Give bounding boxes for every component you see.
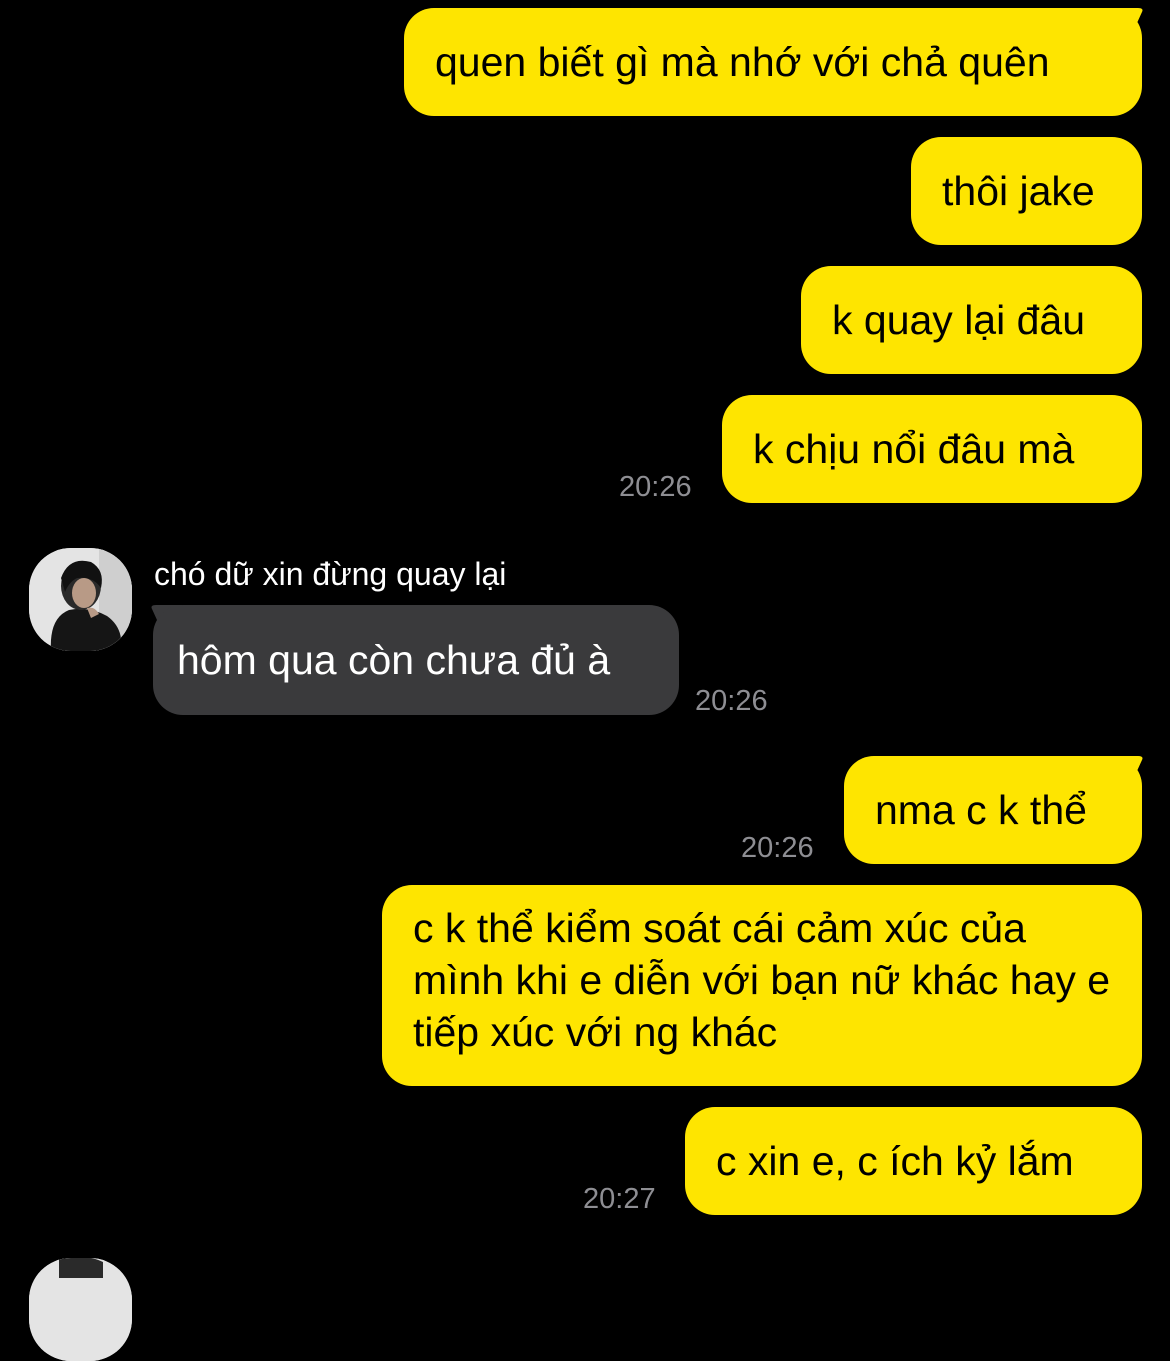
outgoing-message[interactable]: c xin e, c ích kỷ lắm <box>685 1107 1142 1215</box>
message-text: k quay lại đâu <box>832 297 1086 343</box>
chat-view[interactable]: quen biết gì mà nhớ với chả quên thôi ja… <box>0 0 1170 1361</box>
message-text: thôi jake <box>942 168 1095 214</box>
incoming-message[interactable]: hôm qua còn chưa đủ à <box>153 605 679 715</box>
sender-name: chó dữ xin đừng quay lại <box>154 556 507 592</box>
outgoing-message[interactable]: k quay lại đâu <box>801 266 1142 374</box>
message-timestamp: 20:27 <box>583 1183 656 1215</box>
message-text: quen biết gì mà nhớ với chả quên <box>435 39 1050 85</box>
avatar[interactable] <box>29 1258 132 1361</box>
outgoing-message[interactable]: c k thể kiểm soát cái cảm xúc của mình k… <box>382 885 1142 1086</box>
message-text: c k thể kiểm soát cái cảm xúc của mình k… <box>413 905 1111 1055</box>
message-text: k chịu nổi đâu mà <box>753 426 1075 472</box>
outgoing-message[interactable]: quen biết gì mà nhớ với chả quên <box>404 8 1142 116</box>
profile-photo-icon <box>29 1258 132 1361</box>
outgoing-message[interactable]: thôi jake <box>911 137 1142 245</box>
avatar[interactable] <box>29 548 132 651</box>
message-text: nma c k thể <box>875 787 1087 833</box>
message-timestamp: 20:26 <box>741 832 814 864</box>
message-text: c xin e, c ích kỷ lắm <box>716 1138 1074 1184</box>
outgoing-message[interactable]: k chịu nổi đâu mà <box>722 395 1142 503</box>
message-text: hôm qua còn chưa đủ à <box>177 637 611 683</box>
outgoing-message[interactable]: nma c k thể <box>844 756 1142 864</box>
message-timestamp: 20:26 <box>619 471 692 503</box>
profile-photo-icon <box>29 548 132 651</box>
message-timestamp: 20:26 <box>695 685 768 717</box>
